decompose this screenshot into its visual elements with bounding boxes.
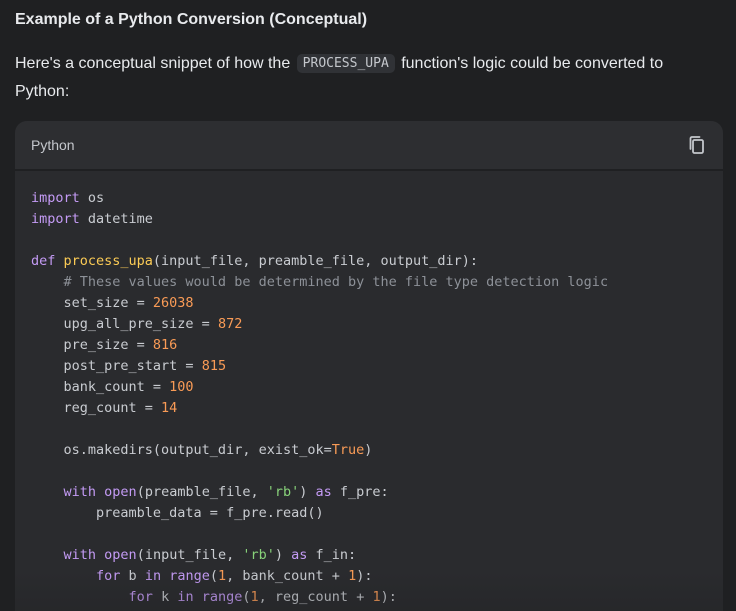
code-token: ) — [274, 547, 292, 563]
code-token: True — [331, 442, 365, 458]
code-token: def — [31, 253, 64, 269]
code-token: post_pre_start = — [31, 358, 202, 374]
section-heading: Example of a Python Conversion (Conceptu… — [15, 11, 368, 28]
code-token: with — [63, 547, 97, 563]
code-token: as — [291, 547, 308, 563]
code-token: f_pre: — [331, 484, 389, 500]
code-token: as — [315, 484, 332, 500]
code-token: in — [144, 568, 162, 584]
code-token: 1 — [348, 568, 357, 584]
code-token: ): — [356, 568, 373, 584]
code-line: upg_all_pre_size = 872 — [31, 314, 723, 335]
code-line: with open(input_file, 'rb') as f_in: — [31, 545, 723, 566]
code-token: k — [152, 589, 178, 605]
code-token: set_size = — [31, 295, 153, 311]
copy-icon — [685, 133, 709, 157]
code-token: bank_count = — [31, 379, 170, 395]
code-token: for — [128, 589, 153, 605]
code-token: f_in: — [307, 547, 357, 563]
code-token: upg_all_pre_size = — [31, 316, 218, 332]
code-token: 816 — [152, 337, 178, 353]
code-line: with open(preamble_file, 'rb') as f_pre: — [31, 482, 723, 503]
code-block-header: Python — [15, 121, 723, 171]
code-token: open — [104, 484, 137, 500]
code-token: 100 — [169, 379, 194, 395]
code-language-label: Python — [31, 137, 75, 153]
code-token: 815 — [201, 358, 227, 374]
code-content: import os import datetime def process_upa… — [31, 188, 723, 608]
code-block: Python import os import datetime def proc… — [15, 121, 723, 611]
code-token: import — [31, 211, 80, 227]
code-token: for — [96, 568, 121, 584]
code-token: pre_size = — [31, 337, 153, 353]
code-token: 26038 — [152, 295, 194, 311]
code-body: import os import datetime def process_upa… — [15, 171, 723, 608]
code-token: (input_file, preamble_file, output_dir): — [152, 253, 479, 269]
code-token: ): — [380, 589, 397, 605]
code-token: open — [104, 547, 137, 563]
code-line: os.makedirs(output_dir, exist_ok=True) — [31, 440, 723, 461]
code-token: (preamble_file, — [136, 484, 267, 500]
code-token: with — [63, 484, 97, 500]
code-line: import datetime — [31, 209, 723, 230]
code-line: for b in range(1, bank_count + 1): — [31, 566, 723, 587]
inline-code-function-name: PROCESS_UPA — [296, 54, 395, 73]
code-token: ) — [364, 442, 373, 458]
code-token: ( — [209, 568, 218, 584]
code-token: 1 — [372, 589, 381, 605]
code-token: os — [79, 190, 105, 206]
code-token: datetime — [79, 211, 153, 227]
code-line: pre_size = 816 — [31, 335, 723, 356]
code-token: range — [201, 589, 243, 605]
code-token: import — [31, 190, 80, 206]
code-line: bank_count = 100 — [31, 377, 723, 398]
intro-paragraph: Here's a conceptual snippet of how the P… — [15, 50, 715, 106]
code-token: in — [177, 589, 194, 605]
code-token: , bank_count + — [226, 568, 349, 584]
code-token: 14 — [161, 400, 178, 416]
code-token: os.makedirs(output_dir, exist_ok= — [31, 442, 332, 458]
code-token: ) — [299, 484, 316, 500]
code-line: preamble_data = f_pre.read() — [31, 503, 723, 524]
code-token: 1 — [218, 568, 227, 584]
code-token: b — [120, 568, 145, 584]
code-token: process_upa — [63, 253, 153, 269]
code-token: 872 — [217, 316, 243, 332]
code-token: 'rb' — [242, 547, 275, 563]
copy-code-button[interactable] — [685, 133, 709, 157]
code-line: def process_upa(input_file, preamble_fil… — [31, 251, 723, 272]
code-line: post_pre_start = 815 — [31, 356, 723, 377]
code-token: # These values would be determined by th… — [31, 274, 609, 290]
code-line: # These values would be determined by th… — [31, 272, 723, 293]
code-line: import os — [31, 188, 723, 209]
code-token: range — [169, 568, 210, 584]
code-token: 'rb' — [266, 484, 300, 500]
code-line: set_size = 26038 — [31, 293, 723, 314]
code-token: preamble_data = f_pre.read() — [31, 505, 324, 521]
code-token: , reg_count + — [258, 589, 373, 605]
code-token: 1 — [250, 589, 259, 605]
code-token: ( — [242, 589, 251, 605]
code-token: reg_count = — [31, 400, 162, 416]
code-line: for k in range(1, reg_count + 1): — [31, 587, 723, 608]
code-line: reg_count = 14 — [31, 398, 723, 419]
code-token: (input_file, — [136, 547, 243, 563]
intro-text-before: Here's a conceptual snippet of how the — [15, 55, 295, 72]
